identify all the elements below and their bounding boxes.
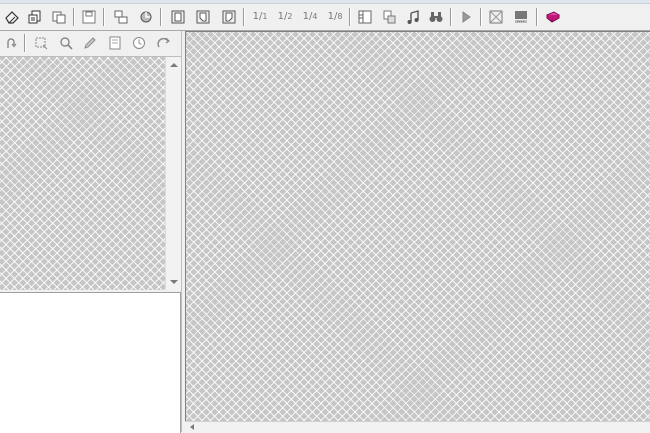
redo-icon[interactable] (154, 33, 174, 53)
zoom-1-4-icon[interactable]: 1/4 (300, 7, 320, 27)
undo-icon[interactable] (1, 33, 21, 53)
fit-window-icon[interactable] (486, 7, 506, 27)
scroll-up-icon[interactable] (170, 63, 178, 67)
zoom-denominator: 4 (312, 12, 318, 21)
arrange-windows-icon[interactable] (111, 7, 131, 27)
toolbar-separator (73, 8, 75, 26)
document-fit-icon[interactable] (219, 7, 239, 27)
main-horizontal-scrollbar[interactable] (185, 421, 650, 433)
zoom-1-8-icon[interactable]: 1/8 (325, 7, 345, 27)
document-crop-icon[interactable] (193, 7, 213, 27)
scroll-left-icon[interactable] (190, 424, 194, 430)
magnifier-icon[interactable] (56, 33, 76, 53)
toolbar-separator (349, 8, 351, 26)
pencil-icon[interactable] (80, 33, 100, 53)
panel-icon[interactable] (355, 7, 375, 27)
scroll-down-icon[interactable] (170, 280, 178, 284)
binoculars-icon[interactable] (426, 7, 446, 27)
toolbar-separator (24, 34, 26, 52)
refresh-icon[interactable] (136, 7, 156, 27)
main-toolbar: 1/1 1/2 1/4 1/8 (0, 4, 650, 31)
clock-icon[interactable] (129, 33, 149, 53)
select-rect-icon[interactable] (31, 33, 51, 53)
page-icon[interactable] (105, 33, 125, 53)
properties-panel (0, 292, 181, 433)
music-note-icon[interactable] (403, 7, 423, 27)
toolbar-separator (450, 8, 452, 26)
main-canvas[interactable] (185, 31, 650, 422)
toolbar-separator (103, 8, 105, 26)
left-panel-toolbar (0, 31, 181, 57)
copy-document-icon[interactable] (49, 7, 69, 27)
zoom-1-2-icon[interactable]: 1/2 (275, 7, 295, 27)
play-icon[interactable] (456, 7, 476, 27)
save-document-icon[interactable] (79, 7, 99, 27)
zoom-1-1-icon[interactable]: 1/1 (250, 7, 270, 27)
help-book-icon[interactable] (543, 7, 563, 27)
print-icon[interactable] (379, 7, 399, 27)
toolbar-separator (243, 8, 245, 26)
thumbnail-canvas[interactable] (0, 57, 165, 290)
open-document-icon[interactable] (25, 7, 45, 27)
scanner-icon[interactable] (511, 7, 531, 27)
toolbar-separator (480, 8, 482, 26)
zoom-denominator: 2 (287, 12, 293, 21)
toolbar-separator (160, 8, 162, 26)
toolbar-separator (536, 8, 538, 26)
document-frame-icon[interactable] (168, 7, 188, 27)
left-vertical-scrollbar[interactable] (165, 57, 182, 290)
zoom-denominator: 1 (262, 12, 268, 21)
zoom-denominator: 8 (337, 12, 343, 21)
eraser-icon[interactable] (2, 7, 22, 27)
